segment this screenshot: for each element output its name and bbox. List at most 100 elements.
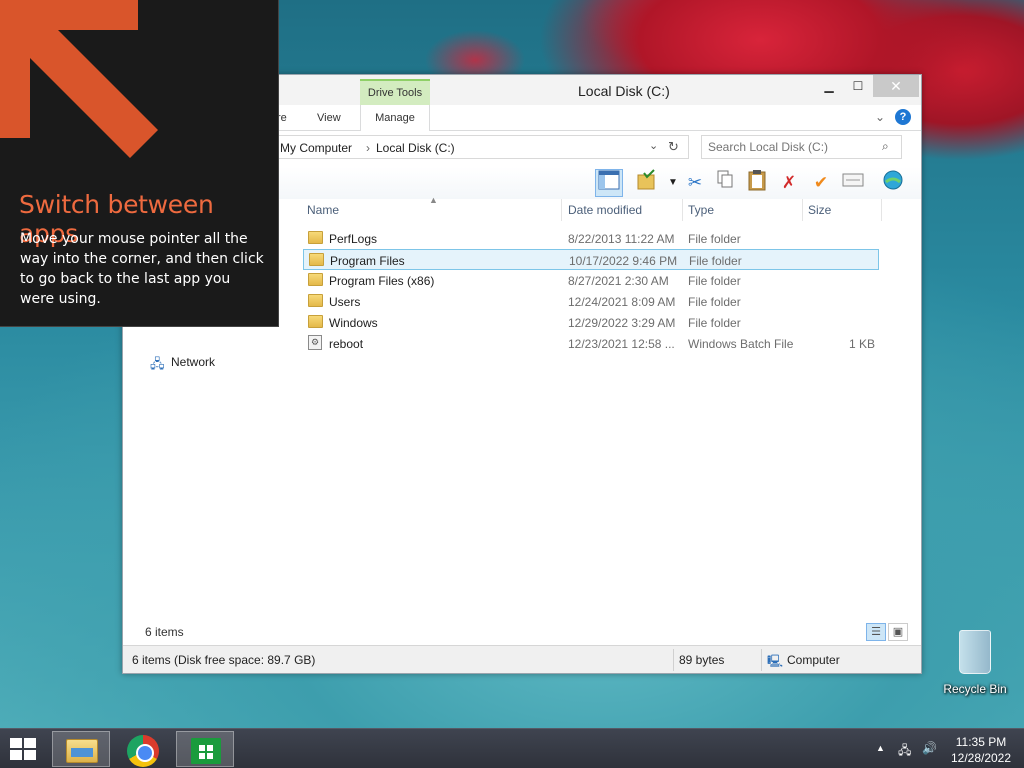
rename-check-icon[interactable]: ✔ <box>807 169 835 197</box>
file-type: File folder <box>688 232 741 246</box>
folder-icon <box>308 231 323 244</box>
file-type: File folder <box>688 295 741 309</box>
help-icon[interactable]: ? <box>895 109 911 125</box>
column-header-date[interactable]: Date modified <box>568 203 642 217</box>
windows-logo-icon <box>10 750 22 760</box>
windows-logo-icon <box>24 738 36 748</box>
details-view-icon[interactable]: ☰ <box>866 623 886 641</box>
tab-view[interactable]: View <box>317 112 341 124</box>
file-type: File folder <box>688 316 741 330</box>
clock-time: 11:35 PM <box>955 735 1007 749</box>
column-divider[interactable] <box>682 199 683 221</box>
sort-up-icon: ▲ <box>429 195 438 205</box>
store-icon <box>191 738 221 764</box>
network-tray-icon[interactable]: 🖧 <box>898 741 911 762</box>
file-row[interactable]: PerfLogs 8/22/2013 11:22 AM File folder <box>303 228 879 249</box>
search-icon[interactable]: ⌕ <box>882 139 889 154</box>
file-row[interactable]: Program Files 10/17/2022 9:46 PM File fo… <box>303 249 879 270</box>
minimize-button[interactable]: ▁ <box>815 75 843 97</box>
new-item-icon <box>842 173 864 187</box>
folder-icon <box>308 294 323 307</box>
search-input[interactable] <box>708 140 878 154</box>
breadcrumb-my-computer[interactable]: My Computer <box>280 141 352 155</box>
file-name: Users <box>329 295 361 309</box>
recycle-bin-icon <box>959 630 991 674</box>
file-date: 12/23/2021 12:58 ... <box>568 337 675 351</box>
chrome-icon <box>127 735 159 767</box>
status-location: Computer <box>787 653 840 667</box>
folder-icon <box>309 253 324 266</box>
column-divider[interactable] <box>561 199 562 221</box>
globe-icon <box>883 170 903 190</box>
breadcrumb-separator-icon[interactable]: › <box>366 141 370 155</box>
file-row[interactable]: Users 12/24/2021 8:09 AM File folder <box>303 291 879 312</box>
windows-logo-icon <box>10 738 22 748</box>
copy-button[interactable] <box>711 169 739 197</box>
tab-manage[interactable]: Manage <box>360 105 430 131</box>
tip-body: Move your mouse pointer all the way into… <box>20 231 264 307</box>
volume-icon[interactable]: 🔊 <box>922 741 937 755</box>
column-divider[interactable] <box>802 199 803 221</box>
clock[interactable]: 11:35 PM 12/28/2022 <box>948 734 1014 766</box>
address-dropdown-icon[interactable]: ⌄ <box>649 139 658 152</box>
file-date: 10/17/2022 9:46 PM <box>569 254 678 268</box>
file-type: File folder <box>689 254 742 268</box>
file-row[interactable]: Program Files (x86) 8/27/2021 2:30 AM Fi… <box>303 270 879 291</box>
batch-file-icon: ⚙ <box>308 335 322 350</box>
folder-check-icon <box>637 169 655 190</box>
start-button[interactable] <box>8 737 38 761</box>
maximize-button[interactable]: ☐ <box>844 75 872 97</box>
delete-icon[interactable]: ✗ <box>775 169 803 197</box>
file-name: Program Files (x86) <box>329 274 435 288</box>
file-type: Windows Batch File <box>688 337 794 351</box>
file-date: 12/24/2021 8:09 AM <box>568 295 676 309</box>
taskbar-file-explorer[interactable] <box>52 731 110 767</box>
status-divider <box>761 649 762 671</box>
column-header-size[interactable]: Size <box>808 203 831 217</box>
large-icons-view-icon[interactable]: ▣ <box>888 623 908 641</box>
file-name: Program Files <box>330 254 405 268</box>
properties-button[interactable] <box>633 169 661 197</box>
windows-logo-icon <box>24 750 36 760</box>
file-row[interactable]: Windows 12/29/2022 3:29 AM File folder <box>303 312 879 333</box>
file-name: reboot <box>329 337 364 351</box>
file-size: 1 KB <box>848 337 875 351</box>
status-divider <box>673 649 674 671</box>
status-summary: 6 items (Disk free space: 89.7 GB) <box>132 653 316 667</box>
file-row[interactable]: ⚙ reboot 12/23/2021 12:58 ... Windows Ba… <box>303 333 879 354</box>
column-header-name[interactable]: Name <box>307 203 339 217</box>
column-divider[interactable] <box>881 199 882 221</box>
computer-icon: 🖳 <box>767 654 784 668</box>
column-headers: ▲ Name Date modified Type Size <box>305 195 905 221</box>
tray-expand-icon[interactable]: ▲ <box>876 743 885 753</box>
view-switcher: ☰ ▣ <box>866 623 910 641</box>
taskbar-chrome[interactable] <box>114 731 172 767</box>
paste-button[interactable] <box>743 169 771 197</box>
column-header-type[interactable]: Type <box>688 203 714 217</box>
network-globe-button[interactable] <box>879 169 907 197</box>
item-count: 6 items <box>145 625 184 639</box>
cut-icon[interactable]: ✂ <box>681 169 709 197</box>
refresh-icon[interactable]: ↻ <box>668 139 679 155</box>
switch-apps-tip: Switch between apps Move your mouse poin… <box>0 0 279 327</box>
recycle-bin-label: Recycle Bin <box>943 682 1007 696</box>
breadcrumb-local-disk[interactable]: Local Disk (C:) <box>376 141 455 155</box>
network-icon: 🖧 <box>150 356 165 371</box>
window-title: Local Disk (C:) <box>578 83 670 99</box>
taskbar-store[interactable] <box>176 731 234 767</box>
file-name: Windows <box>329 316 378 330</box>
preview-pane-button[interactable] <box>595 169 623 197</box>
preview-pane-icon <box>598 170 620 190</box>
taskbar: ▲ 🖧 🔊 11:35 PM 12/28/2022 <box>0 728 1024 768</box>
file-type: File folder <box>688 274 741 288</box>
copy-icon <box>717 170 733 188</box>
close-button[interactable]: ✕ <box>873 75 919 97</box>
nav-item-network[interactable]: Network <box>171 355 215 369</box>
recycle-bin[interactable]: Recycle Bin <box>939 630 1011 696</box>
folder-icon <box>308 315 323 328</box>
new-button[interactable] <box>839 169 867 197</box>
ribbon-collapse-icon[interactable]: ⌄ <box>875 110 885 124</box>
clock-date: 12/28/2022 <box>950 751 1012 765</box>
folder-icon <box>308 273 323 286</box>
search-box: ⌕ <box>701 135 902 159</box>
